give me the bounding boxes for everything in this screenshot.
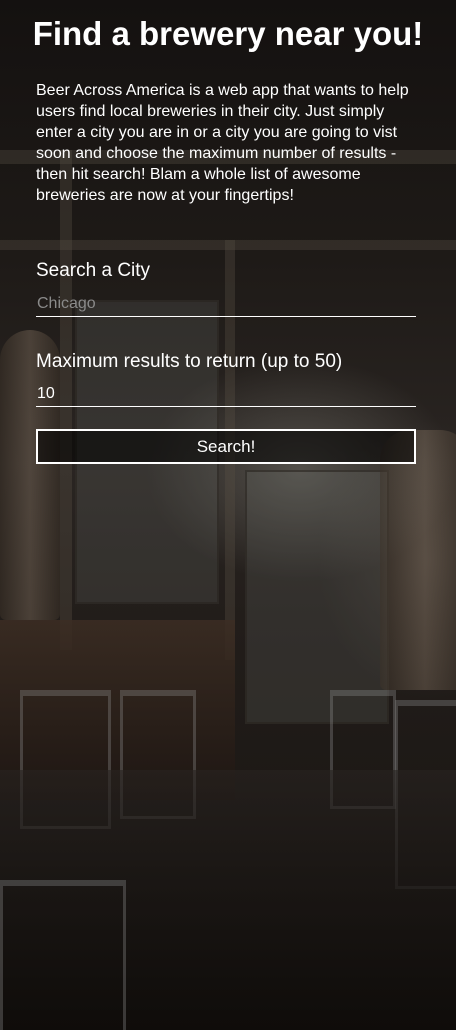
city-search-input[interactable] (36, 291, 416, 317)
max-results-label: Maximum results to return (up to 50) (36, 351, 343, 372)
max-results-input[interactable] (36, 381, 416, 407)
city-label: Search a City (36, 260, 151, 281)
intro-paragraph: Beer Across America is a web app that wa… (36, 82, 409, 204)
page-title: Find a brewery near you! (32, 15, 424, 52)
search-button[interactable]: Search! (36, 429, 416, 464)
